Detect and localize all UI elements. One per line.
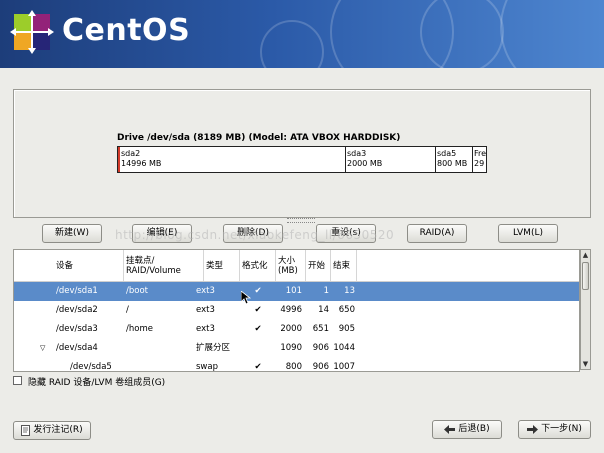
segment-size: 2000 MB — [347, 159, 383, 168]
cell-format-check: ✔ — [254, 286, 262, 296]
cell-start: 651 — [312, 324, 329, 334]
banner-swirl — [260, 20, 324, 68]
column-header-format[interactable]: 格式化 — [240, 250, 276, 281]
column-header-end[interactable]: 结束 — [331, 250, 357, 281]
column-header-device[interactable]: 设备 — [14, 250, 124, 281]
segment-name: sda2 — [121, 149, 141, 158]
cell-size: 4996 — [280, 305, 302, 315]
partition-segment-sda2[interactable]: sda2 14996 MB — [118, 147, 346, 172]
cell-type: 扩展分区 — [196, 343, 231, 353]
back-button[interactable]: 后退(B) — [432, 420, 502, 439]
partition-segment-free[interactable]: Fre 29 — [473, 147, 486, 172]
delete-button[interactable]: 删除(D) — [223, 224, 283, 243]
cell-format-check: ✔ — [254, 324, 262, 334]
cell-start: 906 — [312, 362, 329, 372]
next-label: 下一步(N) — [541, 424, 582, 434]
brand-name: CentOS — [62, 13, 191, 48]
cell-size: 101 — [285, 286, 302, 296]
new-button[interactable]: 新建(W) — [42, 224, 102, 243]
table-scrollbar[interactable]: ▲ ▼ — [580, 249, 591, 370]
table-row[interactable]: /dev/sda1 /boot ext3 ✔ 101 1 13 — [14, 282, 579, 301]
cell-end: 1044 — [333, 343, 355, 353]
cell-format-check: ✔ — [254, 305, 262, 315]
reset-button[interactable]: 重设(s) — [316, 224, 376, 243]
cell-type: ext3 — [196, 305, 215, 315]
edit-button[interactable]: 编辑(E) — [132, 224, 192, 243]
hide-raid-checkbox[interactable] — [13, 376, 22, 385]
back-label: 后退(B) — [458, 424, 490, 434]
scroll-up-icon[interactable]: ▲ — [581, 250, 590, 260]
cell-start: 14 — [318, 305, 329, 315]
cell-end: 650 — [338, 305, 355, 315]
segment-name: sda3 — [347, 149, 367, 158]
table-row[interactable]: /dev/sda5 swap ✔ 800 906 1007 — [14, 358, 579, 372]
table-row[interactable]: ▽ /dev/sda4 扩展分区 1090 906 1044 — [14, 339, 579, 358]
cell-size: 2000 — [280, 324, 302, 334]
column-header-mount[interactable]: 挂载点/ RAID/Volume — [124, 250, 204, 281]
cell-size: 1090 — [280, 343, 302, 353]
table-row[interactable]: /dev/sda2 / ext3 ✔ 4996 14 650 — [14, 301, 579, 320]
partition-bar: sda2 14996 MB sda3 2000 MB sda5 800 MB F… — [117, 146, 487, 173]
expander-triangle-icon[interactable]: ▽ — [40, 339, 45, 358]
cell-end: 1007 — [333, 362, 355, 372]
drive-panel: Drive /dev/sda (8189 MB) (Model: ATA VBO… — [13, 89, 591, 218]
cell-mount: /boot — [126, 286, 148, 296]
scrollbar-thumb[interactable] — [582, 262, 589, 290]
segment-size: 14996 MB — [121, 159, 162, 168]
cell-mount: / — [126, 305, 129, 315]
cell-format-check: ✔ — [254, 362, 262, 372]
cell-device: /dev/sda5 — [70, 362, 112, 372]
cell-start: 906 — [312, 343, 329, 353]
header-banner: CentOS — [0, 0, 604, 68]
partition-segment-sda5[interactable]: sda5 800 MB — [436, 147, 473, 172]
scroll-down-icon[interactable]: ▼ — [581, 359, 590, 369]
pane-splitter-handle[interactable] — [287, 218, 315, 223]
drive-title: Drive /dev/sda (8189 MB) (Model: ATA VBO… — [117, 133, 401, 143]
release-notes-label: 发行注记(R) — [33, 425, 83, 435]
cell-device: /dev/sda2 — [56, 305, 98, 315]
raid-button[interactable]: RAID(A) — [407, 224, 467, 243]
column-header-size[interactable]: 大小 (MB) — [276, 250, 306, 281]
forward-arrow-icon — [527, 425, 539, 434]
release-notes-button[interactable]: 发行注记(R) — [13, 421, 91, 440]
back-arrow-icon — [444, 425, 456, 434]
table-header: 设备 挂载点/ RAID/Volume 类型 格式化 大小 (MB) 开始 结束 — [14, 250, 579, 282]
next-button[interactable]: 下一步(N) — [518, 420, 591, 439]
cell-device: /dev/sda1 — [56, 286, 98, 296]
cell-type: ext3 — [196, 286, 215, 296]
cell-type: swap — [196, 362, 218, 372]
cell-format-check — [252, 339, 264, 358]
cell-size: 800 — [285, 362, 302, 372]
mouse-pointer-icon — [241, 291, 251, 305]
hide-raid-label: 隐藏 RAID 设备/LVM 卷组成员(G) — [28, 378, 166, 388]
segment-name: sda5 — [437, 149, 457, 158]
cell-end: 905 — [338, 324, 355, 334]
column-header-type[interactable]: 类型 — [204, 250, 240, 281]
column-header-start[interactable]: 开始 — [306, 250, 331, 281]
lvm-button[interactable]: LVM(L) — [498, 224, 558, 243]
centos-logo-icon — [10, 10, 54, 54]
cell-end: 13 — [344, 286, 355, 296]
partition-segment-sda3[interactable]: sda3 2000 MB — [346, 147, 436, 172]
cell-type: ext3 — [196, 324, 215, 334]
document-icon — [21, 425, 31, 436]
cell-device: /dev/sda3 — [56, 324, 98, 334]
table-row[interactable]: /dev/sda3 /home ext3 ✔ 2000 651 905 — [14, 320, 579, 339]
cell-device: /dev/sda4 — [56, 343, 98, 353]
partition-table[interactable]: 设备 挂载点/ RAID/Volume 类型 格式化 大小 (MB) 开始 结束… — [13, 249, 580, 372]
segment-size: 29 — [474, 159, 485, 168]
banner-swirl — [420, 0, 504, 68]
segment-size: 800 MB — [437, 159, 468, 168]
segment-name: Fre — [474, 149, 486, 158]
cell-mount: /home — [126, 324, 153, 334]
banner-swirl — [500, 0, 604, 68]
cell-start: 1 — [323, 286, 329, 296]
